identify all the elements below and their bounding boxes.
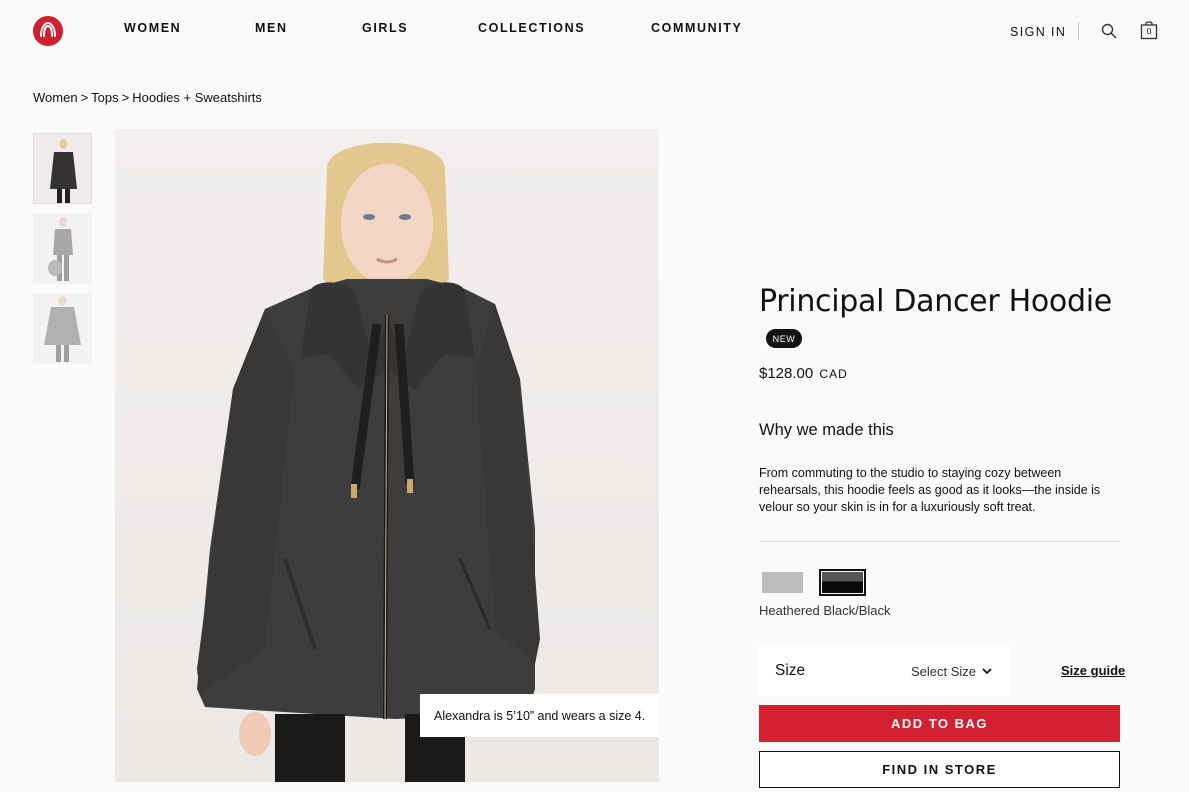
breadcrumb-separator: > xyxy=(121,90,130,105)
lululemon-logo-icon[interactable] xyxy=(33,16,63,46)
price-amount: $128.00 xyxy=(759,365,814,382)
swatch-chip xyxy=(822,572,863,593)
add-to-bag-button[interactable]: ADD TO BAG xyxy=(759,705,1120,742)
chevron-down-icon xyxy=(982,668,992,675)
color-swatch-heathered-black[interactable] xyxy=(819,569,866,596)
section-divider xyxy=(759,541,1120,542)
color-swatch-heathered-grey[interactable] xyxy=(759,569,806,596)
product-price: $128.00 CAD xyxy=(759,365,848,382)
bag-count: 0 xyxy=(1146,27,1152,36)
main-product-image[interactable] xyxy=(115,129,659,782)
swatch-chip xyxy=(762,572,803,593)
product-description: From commuting to the studio to staying … xyxy=(759,466,1101,514)
breadcrumb-separator: > xyxy=(80,90,89,105)
product-title: Principal Dancer Hoodie xyxy=(759,284,1112,319)
search-icon[interactable] xyxy=(1101,23,1117,39)
sign-in-link[interactable]: SIGN IN xyxy=(1010,25,1066,39)
size-guide-link[interactable]: Size guide xyxy=(1061,663,1125,678)
shopping-bag-icon[interactable]: 0 xyxy=(1140,20,1158,40)
product-thumbnail-3[interactable] xyxy=(33,293,92,364)
nav-women[interactable]: WOMEN xyxy=(124,21,181,35)
header-divider xyxy=(1078,22,1079,40)
nav-girls[interactable]: GIRLS xyxy=(362,21,408,35)
product-thumbnail-1[interactable] xyxy=(33,133,92,204)
breadcrumb-tops[interactable]: Tops xyxy=(91,90,118,105)
price-currency: CAD xyxy=(819,367,848,381)
site-header: WOMEN MEN GIRLS COLLECTIONS COMMUNITY SI… xyxy=(0,0,1189,64)
breadcrumb: Women > Tops > Hoodies + Sweatshirts xyxy=(33,90,262,105)
selected-color-name: Heathered Black/Black xyxy=(759,603,891,618)
model-size-caption: Alexandra is 5’10” and wears a size 4. xyxy=(420,694,659,737)
nav-collections[interactable]: COLLECTIONS xyxy=(478,21,585,35)
size-label: Size xyxy=(775,662,806,679)
find-in-store-button[interactable]: FIND IN STORE xyxy=(759,751,1120,788)
size-dropdown[interactable]: Size Select Size xyxy=(759,645,1010,696)
new-badge: NEW xyxy=(766,329,802,348)
nav-community[interactable]: COMMUNITY xyxy=(651,21,742,35)
why-we-made-this-heading: Why we made this xyxy=(759,421,894,439)
nav-men[interactable]: MEN xyxy=(255,21,288,35)
product-thumbnail-2[interactable] xyxy=(33,213,92,284)
breadcrumb-hoodies-sweatshirts[interactable]: Hoodies + Sweatshirts xyxy=(132,90,262,105)
size-selected-value: Select Size xyxy=(911,664,977,679)
breadcrumb-women[interactable]: Women xyxy=(33,90,78,105)
